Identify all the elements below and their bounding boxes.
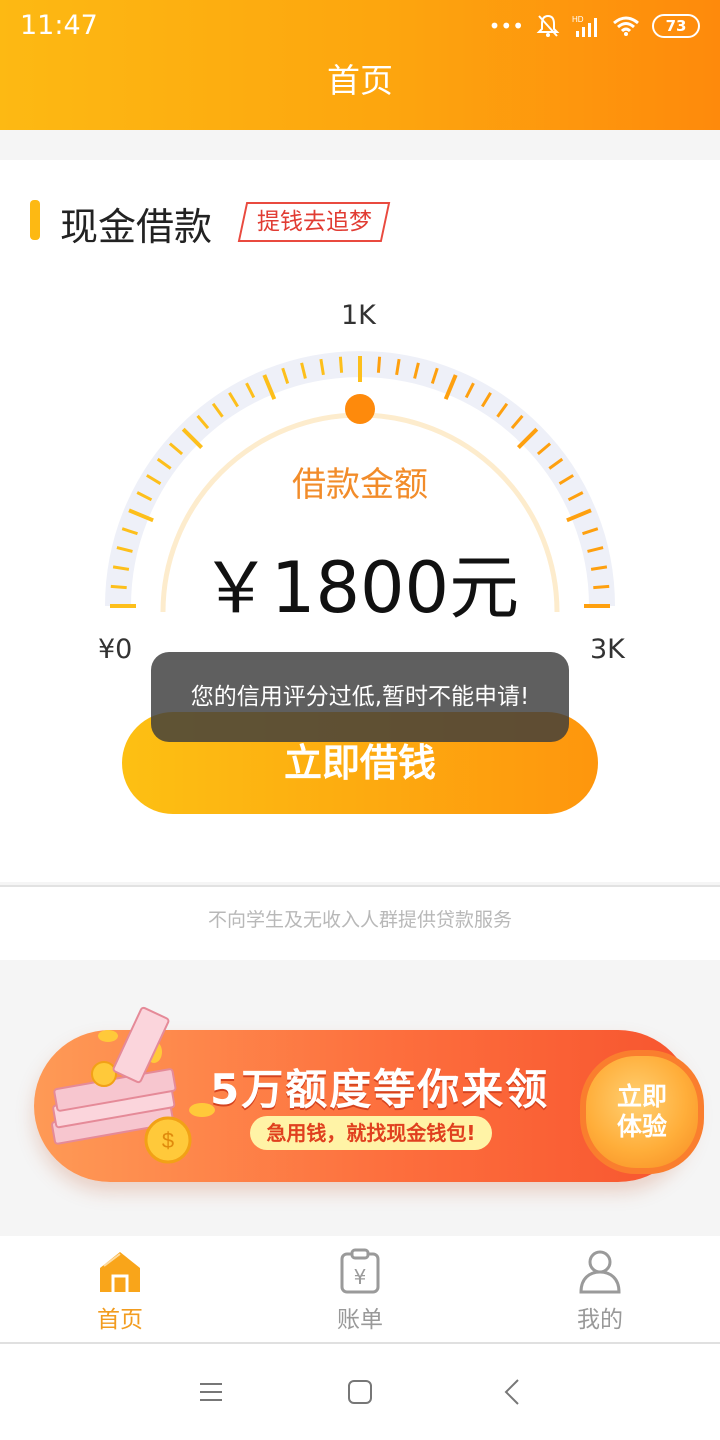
gauge-tick (338, 356, 344, 373)
tab-profile[interactable]: 我的 (480, 1236, 720, 1342)
menu-icon[interactable] (190, 1372, 230, 1412)
banner-cta-line1: 立即 (616, 1082, 667, 1111)
loan-amount: ￥1800元 (200, 547, 520, 629)
gauge-mid-label: 1K (341, 300, 376, 331)
gauge-min-label: ¥0 (98, 634, 133, 665)
tab-profile-label: 我的 (577, 1307, 623, 1333)
page-title: 首页 (327, 61, 393, 100)
home-nav-icon[interactable] (340, 1372, 380, 1412)
promo-area: $ 5万额度等你来领 急用钱，就找现金钱包! 立即 体验 (0, 960, 720, 1236)
svg-text:HD: HD (572, 15, 584, 24)
disclaimer-area: 不向学生及无收入人群提供贷款服务 (0, 885, 720, 962)
gauge-tick (376, 356, 382, 373)
status-time: 11:47 (20, 10, 98, 41)
system-nav-bar (0, 1344, 720, 1440)
back-icon[interactable] (492, 1372, 532, 1412)
battery-indicator: 73 (652, 14, 700, 38)
svg-text:$: $ (162, 1128, 174, 1153)
toast-message: 您的信用评分过低,暂时不能申请! (151, 652, 569, 742)
status-icons: ••• HD 73 (489, 10, 700, 42)
money-stack-icon: $ (51, 1006, 215, 1164)
bell-muted-icon (536, 14, 560, 37)
wifi-icon (613, 16, 639, 36)
gauge-max-label: 3K (590, 634, 625, 665)
svg-text:¥: ¥ (354, 1265, 367, 1289)
signal-icon: HD (572, 15, 597, 37)
more-dots-icon: ••• (488, 14, 524, 38)
promo-banner[interactable]: $ 5万额度等你来领 急用钱，就找现金钱包! 立即 体验 (34, 1006, 704, 1182)
amount-label: 借款金额 (292, 465, 428, 505)
gauge-slider-knob (345, 394, 375, 424)
tab-home[interactable]: 首页 (0, 1236, 240, 1342)
disclaimer-text: 不向学生及无收入人群提供贷款服务 (207, 909, 512, 931)
tab-home-label: 首页 (97, 1307, 143, 1333)
bill-icon: ¥ (340, 1248, 380, 1294)
app-header: 11:47 ••• HD 73 首页 (0, 0, 720, 130)
banner-subline: 急用钱，就找现金钱包! (250, 1116, 492, 1150)
status-bar: 11:47 ••• HD 73 (0, 0, 720, 52)
banner-cta-button[interactable]: 立即 体验 (580, 1050, 704, 1174)
profile-icon (579, 1250, 621, 1294)
bottom-tab-bar: 首页 ¥ 账单 我的 (0, 1236, 720, 1344)
tab-bills-label: 账单 (337, 1307, 383, 1333)
tab-bills[interactable]: ¥ 账单 (240, 1236, 480, 1342)
home-icon (100, 1252, 140, 1292)
loan-card: 现金借款 提钱去追梦 1K ¥0 3K 借款金额 ￥1800元 立即借钱 您的信… (0, 160, 720, 882)
banner-headline: 5万额度等你来领 (210, 1065, 550, 1114)
banner-cta-line2: 体验 (616, 1112, 667, 1141)
